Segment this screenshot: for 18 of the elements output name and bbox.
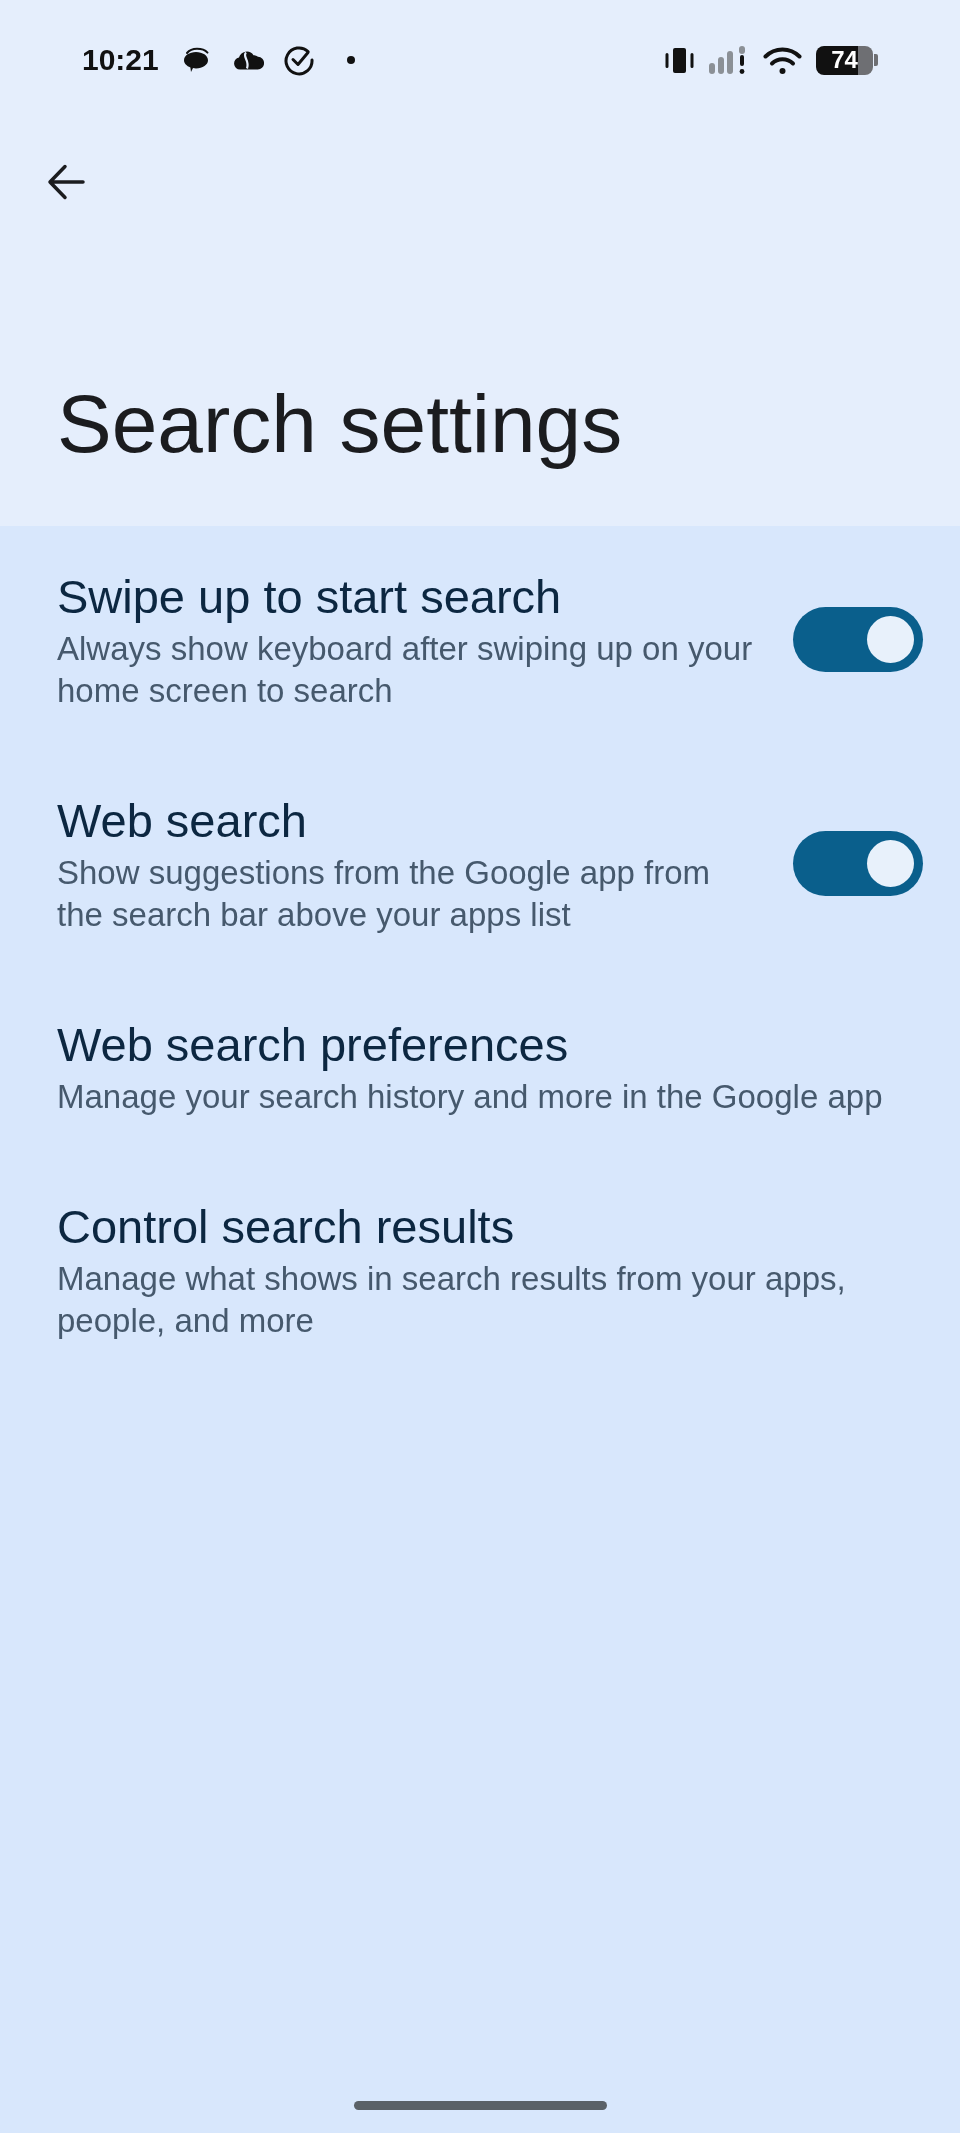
setting-description: Manage your search history and more in the Google app <box>57 1077 884 1117</box>
setting-title[interactable]: Web search <box>57 790 759 852</box>
setting-title[interactable]: Swipe up to start search <box>57 566 759 628</box>
setting-description: Always show keyboard after swiping up on your home screen to search <box>57 629 754 711</box>
setting-title[interactable]: Web search preferences <box>57 1014 923 1076</box>
setting-description: Show suggestions from the Google app from the search bar above your apps list <box>57 853 712 935</box>
wifi-icon <box>763 46 802 74</box>
battery-percentage: 74 <box>831 47 858 73</box>
vibrate-icon <box>665 47 694 73</box>
status-time: 10:21 <box>82 42 159 78</box>
cloud-icon <box>231 49 264 71</box>
chat-bubble-icon <box>181 47 210 73</box>
setting-description: Manage what shows in search results from your apps, people, and more <box>57 1259 847 1341</box>
check-circle-icon <box>282 44 315 76</box>
back-arrow-icon <box>47 164 85 200</box>
notification-dot-icon <box>346 56 355 64</box>
setting-title[interactable]: Control search results <box>57 1196 923 1258</box>
page-title: Search settings <box>56 377 624 471</box>
